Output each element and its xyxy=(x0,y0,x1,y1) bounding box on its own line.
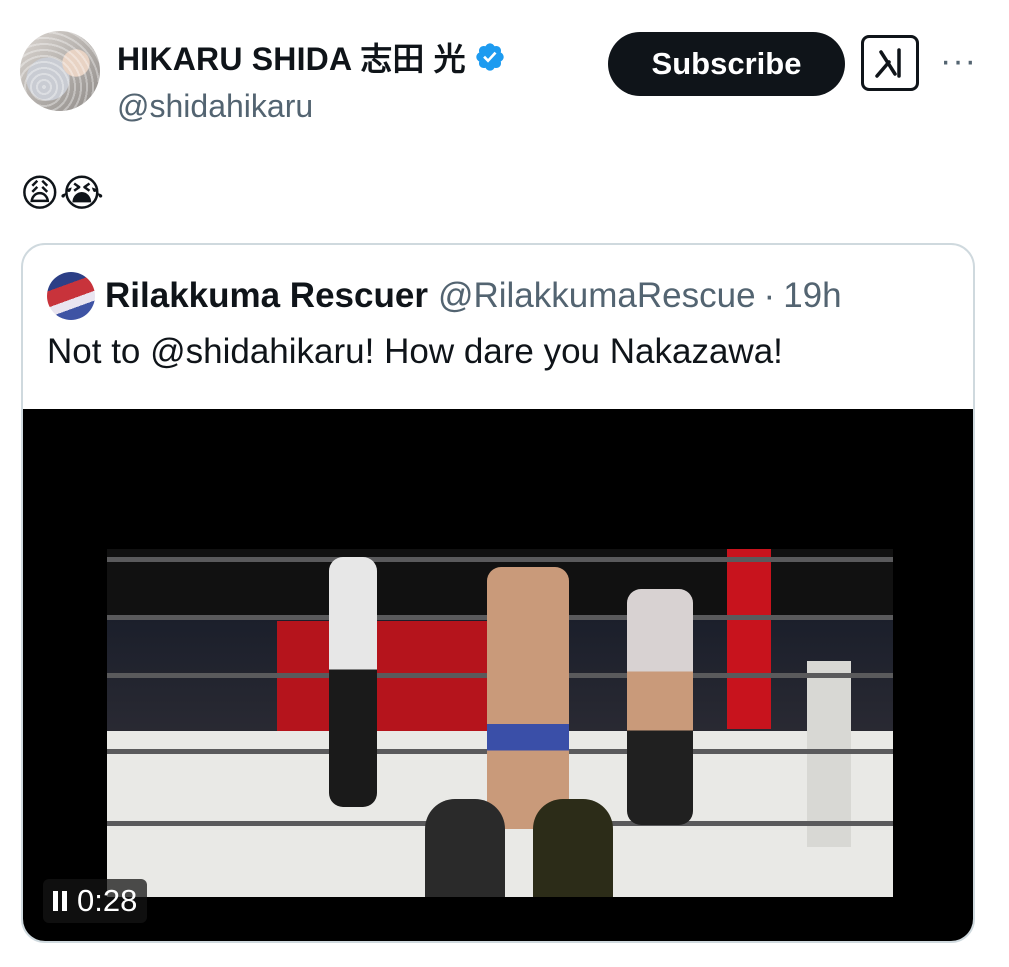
more-icon[interactable]: ··· xyxy=(940,42,977,81)
quoted-tweet-time[interactable]: 19h xyxy=(783,276,841,316)
quoted-author-name[interactable]: Rilakkuma Rescuer xyxy=(105,276,428,316)
photographer-figure xyxy=(533,799,613,897)
photographer-figure xyxy=(425,799,505,897)
referee-figure xyxy=(329,557,377,807)
ring-post xyxy=(727,549,771,729)
video-frame xyxy=(107,549,893,897)
subscribe-button[interactable]: Subscribe xyxy=(608,32,845,96)
author-name[interactable]: HIKARU SHIDA 志田 光 xyxy=(117,34,506,80)
video-player[interactable]: 0:28 xyxy=(23,409,973,941)
video-controls[interactable]: 0:28 xyxy=(43,879,148,923)
pause-icon[interactable] xyxy=(53,891,67,911)
quoted-tweet-text: Not to @shidahikaru! How dare you Nakaza… xyxy=(47,332,783,371)
verified-badge-icon xyxy=(476,43,504,71)
quoted-tweet-card[interactable]: Rilakkuma Rescuer @RilakkumaRescue · 19h… xyxy=(21,243,975,943)
tweet-text: 😩😭 xyxy=(20,173,105,215)
grok-button[interactable] xyxy=(861,35,919,91)
quoted-author-avatar[interactable] xyxy=(47,272,95,320)
ring-rope xyxy=(107,557,893,562)
quoted-author-handle[interactable]: @RilakkumaRescue xyxy=(438,276,756,316)
author-handle[interactable]: @shidahikaru xyxy=(117,88,313,125)
ring-turnbuckle xyxy=(807,661,851,847)
quoted-tweet-header: Rilakkuma Rescuer @RilakkumaRescue · 19h xyxy=(47,271,842,321)
wrestler-figure xyxy=(487,567,569,829)
author-display-name: HIKARU SHIDA 志田 光 xyxy=(117,41,466,77)
grok-icon xyxy=(875,48,901,78)
separator-dot: · xyxy=(763,276,776,315)
video-timestamp: 0:28 xyxy=(77,883,138,918)
author-avatar[interactable] xyxy=(20,31,100,111)
wrestler-figure xyxy=(627,589,693,825)
